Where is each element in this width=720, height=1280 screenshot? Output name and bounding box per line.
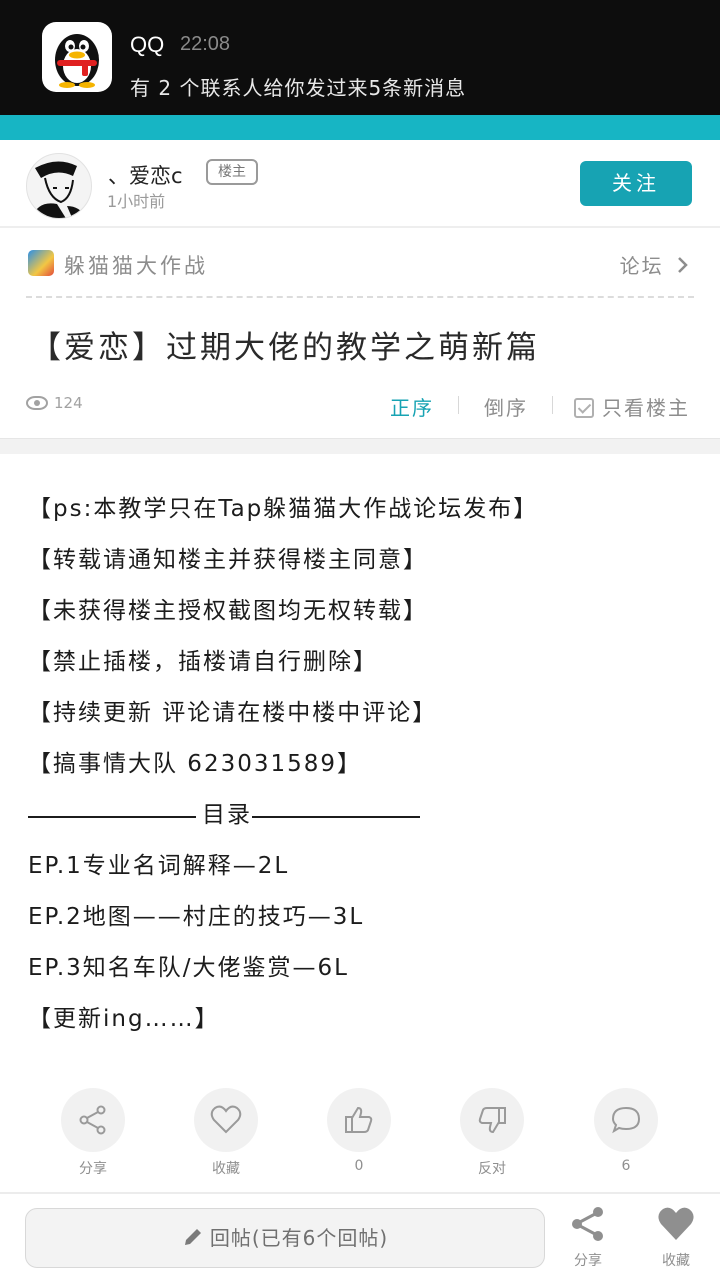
forum-link[interactable]: 论坛 [620,250,690,279]
like-count: 0 [354,1158,364,1174]
bottom-favorite-label: 收藏 [662,1253,690,1269]
section-divider [0,438,720,454]
comment-icon[interactable] [594,1088,658,1152]
forum-name: 躲猫猫大作战 [64,254,208,278]
share-icon[interactable] [61,1088,125,1152]
comment-count: 6 [621,1158,631,1174]
post-actions: 分享 收藏 0 反对 6 [0,1088,720,1188]
thumbs-up-icon[interactable] [327,1088,391,1152]
chevron-right-icon [678,257,688,273]
body-line: 【禁止插楼，插楼请自行删除】 [28,649,378,675]
view-count-value: 124 [54,394,83,412]
follow-button[interactable]: 关注 [580,161,692,206]
separator [552,396,553,414]
reply-input[interactable]: 回帖(已有6个回帖) [25,1208,545,1268]
sort-descending-tab[interactable]: 倒序 [484,392,528,421]
thumbs-down-icon[interactable] [460,1088,524,1152]
bottom-share-label: 分享 [574,1253,602,1269]
toc-item: EP.1专业名词解释—2L [28,853,290,879]
comment-action[interactable]: 6 [581,1088,671,1174]
forum-link-label: 论坛 [619,254,664,278]
post-title: 【爱恋】过期大佬的教学之萌新篇 [30,330,540,366]
toc-label: 目录 [202,802,252,828]
qq-penguin-icon [42,22,112,92]
oppose-label: 反对 [478,1161,506,1177]
like-action[interactable]: 0 [314,1088,404,1174]
toc-heading: 目录 [28,794,708,845]
pencil-icon [184,1229,201,1245]
heart-icon[interactable] [194,1088,258,1152]
notification-message: 有 2 个联系人给你发过来5条新消息 [130,76,467,100]
favorite-action[interactable]: 收藏 [181,1088,271,1178]
reply-placeholder: 回帖(已有6个回帖) [209,1226,389,1250]
author-bar: 、爱恋c 楼主 1小时前 关注 [0,140,720,228]
post-body: 【ps:本教学只在Tap躲猫猫大作战论坛发布】 【转载请通知楼主并获得楼主同意】… [28,488,708,1049]
toc-item: EP.2地图——村庄的技巧—3L [28,904,365,930]
notification-time: 22:08 [180,33,231,55]
favorite-label: 收藏 [212,1161,240,1177]
post-meta: 124 正序 倒序 只看楼主 [26,388,698,424]
post-time: 1小时前 [107,192,166,211]
notification-banner[interactable]: QQ 22:08 有 2 个联系人给你发过来5条新消息 [0,0,720,115]
eye-icon [26,396,48,410]
toc-item: 【更新ing……】 [28,1006,220,1032]
game-icon [28,250,54,276]
author-name[interactable]: 、爱恋c [108,160,183,190]
notification-app-name: QQ [130,32,165,57]
share-action[interactable]: 分享 [48,1088,138,1178]
checkbox-icon[interactable] [574,398,594,418]
body-line: 【搞事情大队 623031589】 [28,751,363,777]
body-line: 【持续更新 评论请在楼中楼中评论】 [28,700,438,726]
view-count: 124 [26,394,83,412]
oppose-action[interactable]: 反对 [447,1088,537,1178]
header-strip [0,115,720,140]
body-line: 【ps:本教学只在Tap躲猫猫大作战论坛发布】 [28,496,539,522]
sort-ascending-tab[interactable]: 正序 [390,392,434,421]
heart-icon [658,1207,694,1240]
separator [458,396,459,414]
body-line: 【未获得楼主授权截图均无权转载】 [28,598,428,624]
bottom-share-button[interactable]: 分享 [553,1204,623,1270]
only-owner-label: 只看楼主 [602,396,690,420]
share-label: 分享 [79,1161,107,1177]
owner-badge: 楼主 [206,159,258,185]
body-line: 【转载请通知楼主并获得楼主同意】 [28,547,428,573]
only-owner-toggle[interactable]: 只看楼主 [574,392,690,421]
toc-rule [252,816,420,818]
avatar[interactable] [26,153,92,219]
bottom-bar: 回帖(已有6个回帖) 分享 收藏 [0,1192,720,1280]
toc-item: EP.3知名车队/大佬鉴赏—6L [28,955,349,981]
bottom-favorite-button[interactable]: 收藏 [641,1204,711,1270]
share-icon [572,1207,603,1241]
toc-rule [28,816,196,818]
forum-row[interactable]: 躲猫猫大作战 论坛 [26,230,694,298]
